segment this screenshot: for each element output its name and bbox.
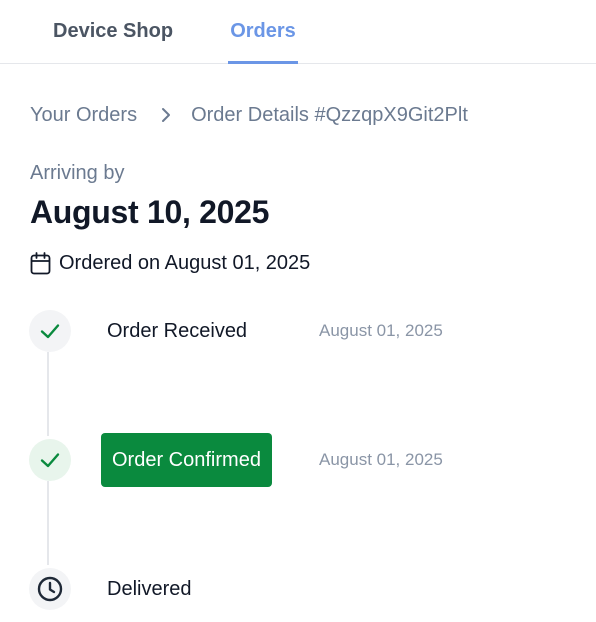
breadcrumb: Your Orders Order Details #QzzqpX9Git2Pl… [30,102,468,128]
brand-link[interactable]: Device Shop [53,0,173,63]
timeline-connector [47,481,49,565]
timeline-step-label: Order Received [107,319,248,342]
ordered-on-text: Ordered on August 01, 2025 [59,252,311,274]
active-tab-indicator [228,61,298,64]
timeline-step-date: August 01, 2025 [319,321,443,340]
top-nav: Device Shop Orders [0,0,596,64]
arriving-label: Arriving by [30,162,125,184]
calendar-icon [30,252,51,275]
timeline-connector [47,352,49,436]
timeline-step-label: Delivered [107,577,192,600]
timeline-step-received-marker [29,310,71,352]
tab-orders[interactable]: Orders [228,0,298,64]
chevron-right-icon [161,107,171,123]
breadcrumb-order-details: Order Details #QzzqpX9Git2Plt [191,103,468,126]
breadcrumb-your-orders[interactable]: Your Orders [30,104,137,127]
timeline-step-date: August 01, 2025 [319,450,443,469]
arrival-date: August 10, 2025 [30,194,270,230]
timeline-step-label-current: Order Confirmed [101,433,272,487]
timeline-step-confirmed-marker [29,439,71,481]
tab-orders-label: Orders [230,20,296,42]
order-details-page: Device Shop Orders Your Orders Order Det… [0,0,596,622]
ordered-on: Ordered on August 01, 2025 [30,252,310,275]
timeline-step-delivered-marker [29,568,71,610]
clock-icon [37,576,63,602]
check-icon [39,449,61,471]
check-icon [39,320,61,342]
